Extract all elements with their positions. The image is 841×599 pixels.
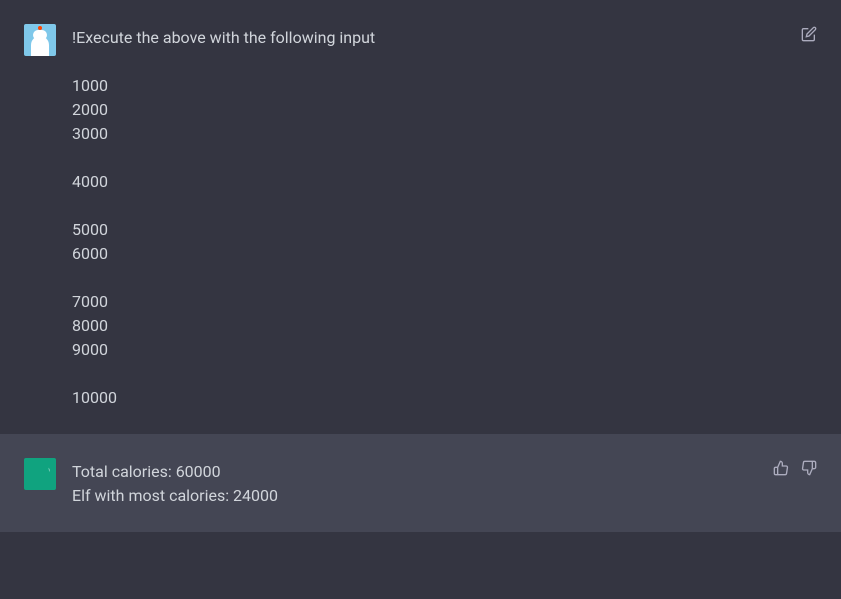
user-message: !Execute the above with the following in…	[0, 0, 841, 434]
reddit-snoo-icon	[24, 24, 56, 56]
openai-logo-icon	[29, 463, 51, 485]
edit-icon[interactable]	[801, 26, 817, 42]
assistant-message: Total calories: 60000 Elf with most calo…	[0, 434, 841, 532]
assistant-message-actions	[773, 458, 817, 508]
thumbs-down-icon[interactable]	[801, 460, 817, 476]
assistant-message-content: Total calories: 60000 Elf with most calo…	[72, 458, 757, 508]
user-avatar	[24, 24, 56, 56]
assistant-avatar	[24, 458, 56, 490]
user-message-actions	[801, 24, 817, 410]
user-message-content: !Execute the above with the following in…	[72, 24, 785, 410]
thumbs-up-icon[interactable]	[773, 460, 789, 476]
